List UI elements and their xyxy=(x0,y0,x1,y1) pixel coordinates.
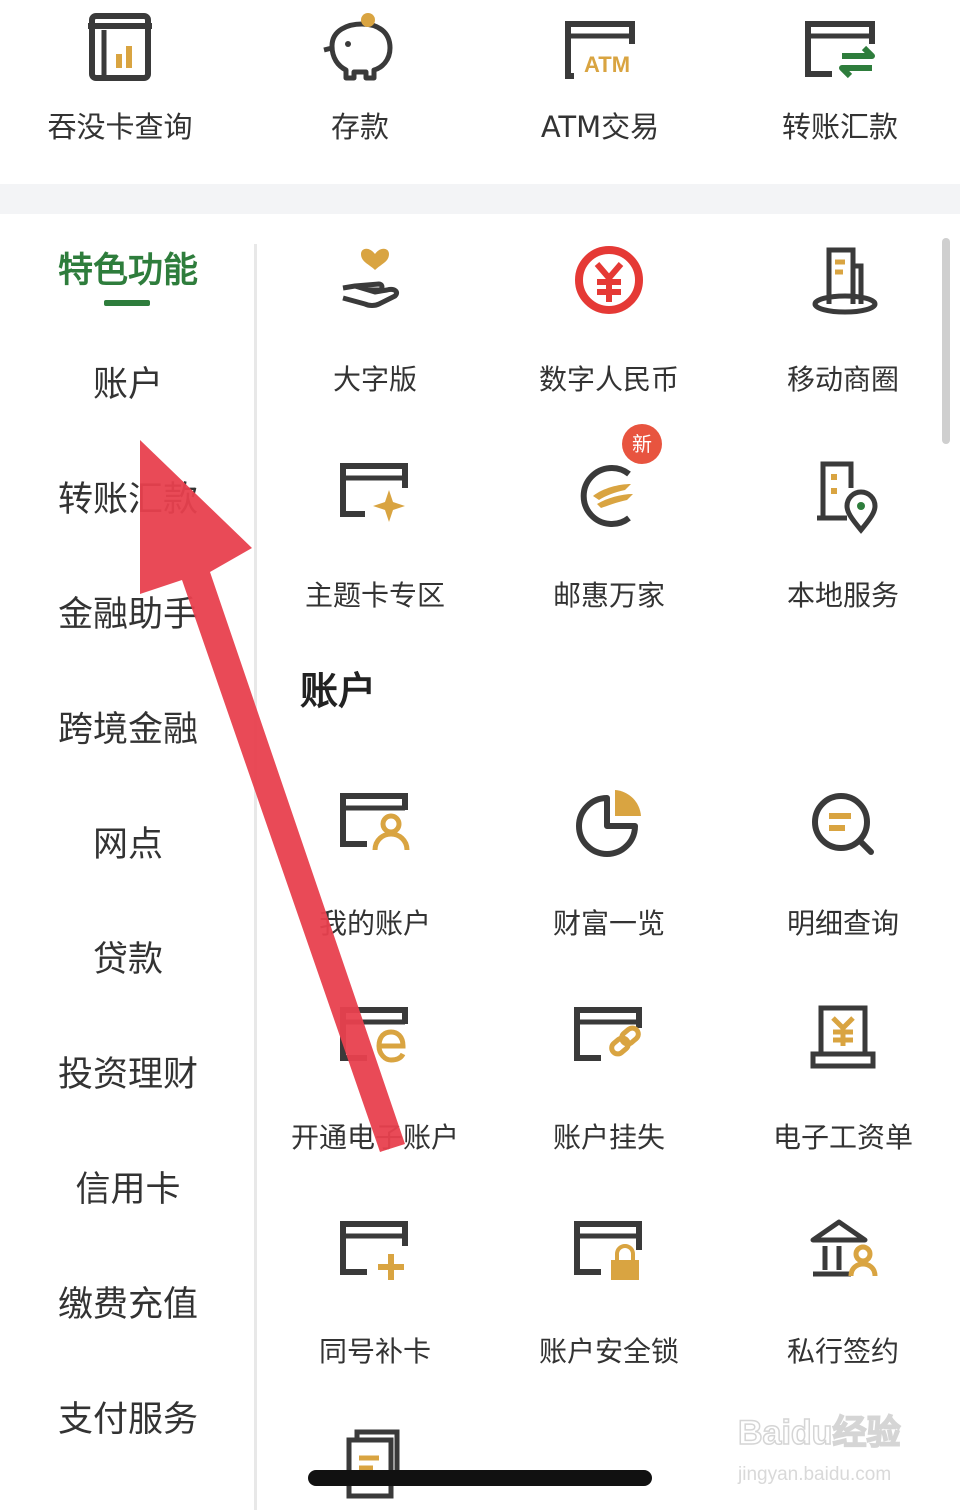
sidebar-divider xyxy=(254,244,257,1510)
piggy-bank-icon xyxy=(323,13,393,81)
tile-private-banking[interactable]: 私行签约 xyxy=(726,1214,960,1414)
tile-label: 移动商圈 xyxy=(786,363,899,396)
tile-label: 主题卡专区 xyxy=(304,579,445,612)
tile-partial-next[interactable] xyxy=(258,1426,492,1510)
function-grid: 大字版 数字人民币 移动商圈 主题卡专区 新 邮惠万家 本地服务 账户 我的账户… xyxy=(258,214,960,1510)
tile-open-e-account[interactable]: 开通电子账户 xyxy=(258,1000,492,1200)
tile-label: 同号补卡 xyxy=(318,1335,431,1368)
tile-security-lock[interactable]: 账户安全锁 xyxy=(492,1214,726,1414)
digital-rmb-icon xyxy=(575,246,643,314)
sidebar-item-payment-service[interactable]: 支付服务 xyxy=(0,1390,256,1450)
tile-label: 私行签约 xyxy=(786,1335,899,1368)
scrollbar[interactable] xyxy=(942,238,950,444)
home-indicator[interactable] xyxy=(308,1470,652,1486)
section-separator xyxy=(0,184,960,214)
tile-label: 电子工资单 xyxy=(772,1121,913,1154)
quick-action-deposit[interactable]: 存款 xyxy=(240,0,480,184)
tile-detail-query[interactable]: 明细查询 xyxy=(726,786,960,986)
atm-icon-text: ATM xyxy=(584,52,630,77)
tile-label: 本地服务 xyxy=(786,579,899,612)
theme-card-icon xyxy=(340,463,408,522)
quick-action-label: 存款 xyxy=(330,110,389,144)
atm-icon: ATM xyxy=(565,21,635,79)
tile-label: 开通电子账户 xyxy=(290,1121,459,1154)
tile-label: 大字版 xyxy=(332,363,417,396)
category-sidebar: 特色功能 账户 转账汇款 金融助手 跨境金融 网点 贷款 投资理财 信用卡 缴费… xyxy=(0,214,256,1510)
tile-mobile-business[interactable]: 移动商圈 xyxy=(726,242,960,442)
sidebar-item-loans[interactable]: 贷款 xyxy=(0,930,256,990)
watermark-url: jingyan.baidu.com xyxy=(737,1464,891,1485)
sidebar-item-account[interactable]: 账户 xyxy=(0,355,256,415)
report-loss-icon xyxy=(574,1007,642,1061)
tile-large-font[interactable]: 大字版 xyxy=(258,242,492,442)
private-bank-icon xyxy=(810,1219,878,1277)
sidebar-item-bill-payment[interactable]: 缴费充值 xyxy=(0,1275,256,1335)
my-account-icon xyxy=(340,793,410,851)
tile-my-account[interactable]: 我的账户 xyxy=(258,786,492,986)
quick-action-atm[interactable]: ATM ATM交易 xyxy=(480,0,720,184)
mobile-business-icon xyxy=(812,247,878,315)
sidebar-item-branches[interactable]: 网点 xyxy=(0,815,256,875)
document-card-icon xyxy=(346,1429,400,1499)
tile-label: 数字人民币 xyxy=(538,363,679,396)
baidu-jingyan-watermark: Baidu经验 jingyan.baidu.com xyxy=(737,1412,901,1485)
tile-label: 我的账户 xyxy=(318,907,431,940)
quick-action-transfer[interactable]: 转账汇款 xyxy=(720,0,960,184)
postal-benefit-icon xyxy=(580,465,633,527)
tile-label: 财富一览 xyxy=(552,907,665,940)
sidebar-item-cross-border[interactable]: 跨境金融 xyxy=(0,700,256,760)
tile-postal-benefit[interactable]: 新 邮惠万家 xyxy=(492,424,726,658)
quick-action-label: 转账汇款 xyxy=(781,110,898,144)
pie-chart-icon xyxy=(576,790,641,857)
local-service-icon xyxy=(817,461,878,534)
watermark-text: Baidu经验 xyxy=(738,1413,900,1452)
tile-e-payslip[interactable]: 电子工资单 xyxy=(726,1000,960,1200)
tile-label: 账户挂失 xyxy=(552,1121,665,1154)
card-reissue-icon xyxy=(340,1221,408,1280)
tile-digital-rmb[interactable]: 数字人民币 xyxy=(492,242,726,442)
security-lock-icon xyxy=(574,1221,642,1280)
search-detail-icon xyxy=(812,793,874,855)
sidebar-item-finance-assistant[interactable]: 金融助手 xyxy=(0,585,256,645)
tile-theme-card[interactable]: 主题卡专区 xyxy=(258,458,492,658)
sidebar-item-investment[interactable]: 投资理财 xyxy=(0,1045,256,1105)
card-query-icon xyxy=(88,13,152,81)
sidebar-item-featured[interactable]: 特色功能 xyxy=(0,241,256,301)
e-account-icon xyxy=(340,1007,408,1063)
sidebar-item-transfer[interactable]: 转账汇款 xyxy=(0,470,256,530)
sidebar-item-credit-card[interactable]: 信用卡 xyxy=(0,1160,256,1220)
hand-heart-icon xyxy=(342,248,400,308)
quick-actions-row: 吞没卡查询 存款 ATM ATM交易 转账汇款 xyxy=(0,0,960,184)
tile-wealth-overview[interactable]: 财富一览 xyxy=(492,786,726,986)
quick-action-label: ATM交易 xyxy=(540,110,660,144)
tile-label: 明细查询 xyxy=(786,907,899,940)
app-screen: 吞没卡查询 存款 ATM ATM交易 转账汇款 特色功能 账户 转账汇款 金融助… xyxy=(0,0,960,1510)
quick-action-card-query[interactable]: 吞没卡查询 xyxy=(0,0,240,184)
tile-report-loss[interactable]: 账户挂失 xyxy=(492,1000,726,1200)
tile-card-reissue[interactable]: 同号补卡 xyxy=(258,1214,492,1414)
payslip-icon xyxy=(810,1005,876,1069)
tile-label: 账户安全锁 xyxy=(538,1335,679,1368)
transfer-icon xyxy=(805,21,875,79)
quick-action-label: 吞没卡查询 xyxy=(47,110,193,144)
section-title-account: 账户 xyxy=(300,669,377,713)
active-tab-indicator xyxy=(104,300,150,306)
tile-local-service[interactable]: 本地服务 xyxy=(726,458,960,658)
tile-label: 邮惠万家 xyxy=(552,579,665,612)
